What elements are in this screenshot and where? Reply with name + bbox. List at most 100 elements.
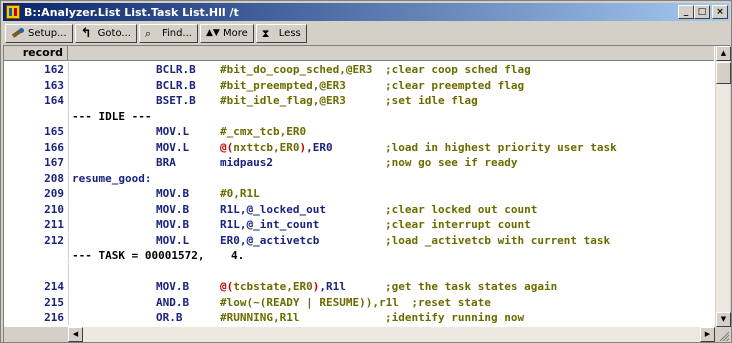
task-marker: --- TASK = 00001572, 4. xyxy=(72,249,245,262)
goto-button[interactable]: ↰ Goto... xyxy=(74,24,137,43)
trace-row[interactable]: 211 MOV.B R1L,@_int_count ;clear interrupt … xyxy=(4,217,714,232)
maximize-button[interactable]: □ xyxy=(694,5,710,19)
trace-row[interactable]: 209 MOV.B #0,R1L xyxy=(4,186,714,201)
scroll-right-button[interactable]: ▶ xyxy=(700,327,715,342)
vertical-scrollbar[interactable]: ▲ ▼ xyxy=(715,46,731,327)
record-number: 165 xyxy=(44,125,64,138)
trace-row[interactable]: 216 OR.B #RUNNING,R1l ;identify running now xyxy=(4,310,714,325)
trace-row[interactable]: 164 BSET.B #bit_idle_flag,@ER3 ;set idle fl… xyxy=(4,93,714,108)
operands: #_cmx_tcb,ER0 xyxy=(220,125,307,138)
more-button[interactable]: ▲▼ More xyxy=(199,24,254,43)
record-number: 208 xyxy=(44,172,64,185)
trace-list-view: record 162 BCLR.B #bit_do_coop_sched,@ER3;… xyxy=(3,45,731,342)
toolbar: Setup... ↰ Goto... ⌕ Find... ▲▼ More ⧗ L… xyxy=(3,23,730,44)
mnemonic: BCLR.B xyxy=(156,79,196,92)
record-number: 212 xyxy=(44,234,64,247)
task-marker-row[interactable]: --- TASK = 00001572, 4. xyxy=(4,248,714,263)
less-icon: ⧗ xyxy=(261,27,270,40)
task-marker-row[interactable]: --- IDLE --- xyxy=(4,109,714,124)
setup-label: Setup... xyxy=(28,28,67,39)
operands: #bit_do_coop_sched,@ER3 xyxy=(220,63,373,76)
column-separator xyxy=(68,62,69,77)
column-separator xyxy=(68,140,69,155)
record-number: 162 xyxy=(44,63,64,76)
column-separator xyxy=(68,109,69,124)
comment: ;clear preempted flag xyxy=(385,79,525,92)
analyzer-list-window: B::Analyzer.List List.Task List.Hll /t _… xyxy=(0,0,732,343)
scrollbar-corner xyxy=(715,327,730,342)
resize-grip-icon[interactable] xyxy=(718,330,729,341)
trace-row[interactable]: 163 BCLR.B #bit_preempted,@ER3 ;clear preem… xyxy=(4,78,714,93)
column-separator xyxy=(68,217,69,232)
column-separator xyxy=(68,78,69,93)
record-number: 164 xyxy=(44,94,64,107)
record-number: 210 xyxy=(44,203,64,216)
trace-row[interactable]: 162 BCLR.B #bit_do_coop_sched,@ER3 ;clear c… xyxy=(4,62,714,77)
mnemonic: MOV.B xyxy=(156,280,190,293)
mnemonic: MOV.L xyxy=(156,141,190,154)
comment: ;set idle flag xyxy=(385,94,478,107)
comment: ;reset state xyxy=(411,296,491,309)
comment: ;get the task states again xyxy=(385,280,558,293)
scroll-left-button[interactable]: ◀ xyxy=(68,327,83,342)
trace-row[interactable]: 215 AND.B #low(~(READY | RESUME)),r1l ;rese… xyxy=(4,295,714,310)
trace-row[interactable]: 167 BRA midpaus2 ;now go see if ready xyxy=(4,155,714,170)
scroll-up-button[interactable]: ▲ xyxy=(716,46,731,61)
mnemonic: BRA xyxy=(156,156,176,169)
mnemonic: MOV.B xyxy=(156,218,190,231)
record-number: 211 xyxy=(44,218,64,231)
mnemonic: BCLR.B xyxy=(156,63,196,76)
mnemonic: MOV.B xyxy=(156,203,190,216)
minimize-button[interactable]: _ xyxy=(678,5,694,19)
column-separator xyxy=(68,295,69,310)
record-number: 166 xyxy=(44,141,64,154)
vertical-scroll-thumb[interactable] xyxy=(716,62,731,84)
less-label: Less xyxy=(278,28,301,39)
operands: @(tcbstate,ER0),R1l xyxy=(220,280,346,293)
setup-button[interactable]: Setup... xyxy=(5,24,73,43)
scroll-down-button[interactable]: ▼ xyxy=(716,312,731,327)
record-number: 167 xyxy=(44,156,64,169)
wrench-icon xyxy=(11,27,25,40)
trace-row[interactable]: 208 resume_good: xyxy=(4,171,714,186)
operands: #RUNNING,R1l xyxy=(220,311,300,324)
operands: R1L,@_int_count xyxy=(220,218,320,231)
operands: #low(~(READY | RESUME)),r1l xyxy=(220,296,399,309)
mnemonic: OR.B xyxy=(156,311,183,324)
trace-row[interactable] xyxy=(4,264,714,279)
less-button[interactable]: ⧗ Less xyxy=(255,24,307,43)
mnemonic: BSET.B xyxy=(156,94,196,107)
mnemonic: MOV.B xyxy=(156,187,190,200)
trace-row[interactable]: 166 MOV.L @(nxttcb,ER0),ER0 ;load in highes… xyxy=(4,140,714,155)
find-button[interactable]: ⌕ Find... xyxy=(138,24,198,43)
trace-row[interactable]: 214 MOV.B @(tcbstate,ER0),R1l ;get the task… xyxy=(4,279,714,294)
column-separator xyxy=(68,248,69,263)
find-label: Find... xyxy=(161,28,192,39)
column-separator xyxy=(68,233,69,248)
trace-row[interactable]: 210 MOV.B R1L,@_locked_out ;clear locked ou… xyxy=(4,202,714,217)
scroll-left-spacer xyxy=(4,327,68,342)
title-bar[interactable]: B::Analyzer.List List.Task List.Hll /t _… xyxy=(3,3,730,21)
column-separator xyxy=(68,171,69,186)
close-button[interactable]: × xyxy=(712,5,728,19)
comment: ;load _activetcb with current task xyxy=(385,234,611,247)
comment: ;identify running now xyxy=(385,311,525,324)
find-icon: ⌕ xyxy=(144,27,152,40)
record-number: 216 xyxy=(44,311,64,324)
mnemonic: MOV.L xyxy=(156,234,190,247)
operands: #bit_preempted,@ER3 xyxy=(220,79,346,92)
record-number: 209 xyxy=(44,187,64,200)
horizontal-scrollbar[interactable]: ◀ ▶ xyxy=(68,327,715,342)
trace-row[interactable]: 165 MOV.L #_cmx_tcb,ER0 xyxy=(4,124,714,139)
comment: ;clear interrupt count xyxy=(385,218,531,231)
code-label: resume_good: xyxy=(72,172,152,185)
comment: ;clear locked out count xyxy=(385,203,538,216)
operands: #bit_idle_flag,@ER3 xyxy=(220,94,346,107)
record-column-header[interactable]: record xyxy=(4,46,68,60)
comment: ;load in highest priority user task xyxy=(385,141,617,154)
goto-icon: ↰ xyxy=(80,26,92,41)
comment: ;now go see if ready xyxy=(385,156,518,169)
trace-row[interactable]: 212 MOV.L ER0,@_activetcb ;load _activetcb … xyxy=(4,233,714,248)
column-separator xyxy=(68,310,69,325)
mnemonic: AND.B xyxy=(156,296,190,309)
